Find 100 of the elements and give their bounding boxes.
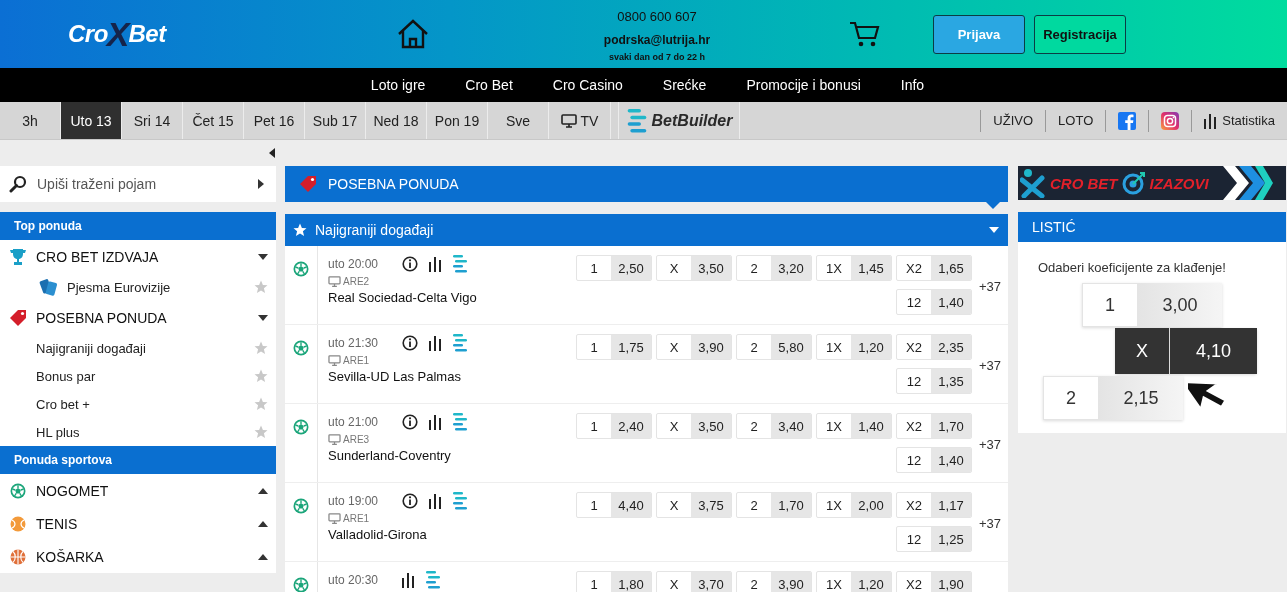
- odds-button[interactable]: X 3,70: [656, 571, 732, 592]
- star-icon[interactable]: [254, 341, 268, 355]
- nav-link[interactable]: Cro Bet: [465, 77, 513, 93]
- nav-link[interactable]: Promocije i bonusi: [746, 77, 861, 93]
- bar-chart-icon[interactable]: [1204, 112, 1217, 129]
- sport-item[interactable]: KOŠARKA: [36, 548, 258, 565]
- odds-button[interactable]: 12 1,40: [896, 447, 972, 473]
- star-icon[interactable]: [254, 397, 268, 411]
- bar-chart-icon[interactable]: [402, 572, 414, 588]
- odds-button[interactable]: X2 1,17: [896, 492, 972, 518]
- facebook-icon[interactable]: [1118, 111, 1137, 130]
- odds-button[interactable]: 1X 1,45: [816, 255, 892, 281]
- event-row[interactable]: uto 20:30 1 1,80 X 3,70 2 3,90 1X 1,20 X2 1,90: [285, 562, 1008, 592]
- odds-button[interactable]: X 3,50: [656, 255, 732, 281]
- info-icon[interactable]: [402, 335, 418, 351]
- subcategory-item[interactable]: HL plus: [36, 424, 254, 440]
- group-header[interactable]: Najigraniji događaji: [285, 214, 1008, 246]
- odds-button[interactable]: 1 2,50: [576, 255, 652, 281]
- sport-item[interactable]: TENIS: [36, 515, 258, 532]
- star-icon[interactable]: [254, 425, 268, 439]
- header-link[interactable]: UŽIVO: [980, 109, 1046, 132]
- stacked-lines-icon[interactable]: [452, 255, 468, 273]
- more-markets-link[interactable]: +37: [978, 278, 1002, 294]
- nav-link[interactable]: Loto igre: [370, 77, 426, 93]
- odds-button[interactable]: 1X 1,20: [816, 571, 892, 592]
- date-tab[interactable]: Sri 14: [122, 102, 183, 139]
- info-icon[interactable]: [402, 414, 418, 430]
- odds-button[interactable]: X2 2,35: [896, 334, 972, 360]
- odds-button[interactable]: 1 1,80: [576, 571, 652, 592]
- stacked-lines-icon[interactable]: [452, 413, 468, 431]
- subcategory-item[interactable]: Cro bet +: [36, 396, 254, 412]
- star-icon[interactable]: [254, 369, 268, 383]
- subcategory-item[interactable]: Bonus par: [36, 368, 254, 384]
- date-tab[interactable]: Uto 13: [61, 102, 122, 139]
- stacked-lines-icon[interactable]: [452, 492, 468, 510]
- collapse-caret-icon[interactable]: [258, 312, 268, 323]
- odds-button[interactable]: X 3,90: [656, 334, 732, 360]
- nav-link[interactable]: Info: [900, 77, 925, 93]
- odds-button[interactable]: 1 2,40: [576, 413, 652, 439]
- sport-item[interactable]: NOGOMET: [36, 482, 258, 499]
- more-markets-link[interactable]: +37: [978, 515, 1002, 531]
- stacked-lines-icon[interactable]: [452, 334, 468, 352]
- date-tab[interactable]: Sub 17: [305, 102, 366, 139]
- nav-link[interactable]: Cro Casino: [552, 77, 623, 93]
- event-row[interactable]: uto 21:30 ARE1 Sevilla-UD Las Palmas 1 1,75 X 3,90 2 5,80 1X 1,20 X2 2,35 12 1,35 +37: [285, 325, 1008, 404]
- bar-chart-icon[interactable]: [429, 335, 441, 351]
- home-icon[interactable]: [397, 19, 429, 49]
- event-name[interactable]: Sunderland-Coventry: [328, 448, 576, 464]
- event-name[interactable]: Real Sociedad-Celta Vigo: [328, 290, 576, 306]
- odds-button[interactable]: 2 3,20: [736, 255, 812, 281]
- event-name[interactable]: Sevilla-UD Las Palmas: [328, 369, 576, 385]
- bar-chart-icon[interactable]: [429, 414, 441, 430]
- odds-button[interactable]: X 3,75: [656, 492, 732, 518]
- date-tab[interactable]: Čet 15: [183, 102, 244, 139]
- odds-button[interactable]: 1X 1,20: [816, 334, 892, 360]
- odds-button[interactable]: X2 1,90: [896, 571, 972, 592]
- odds-button[interactable]: 1X 2,00: [816, 492, 892, 518]
- stacked-lines-icon[interactable]: [425, 571, 441, 589]
- subcategory-item[interactable]: Pjesma Eurovizije: [67, 279, 254, 295]
- date-tab[interactable]: Ned 18: [366, 102, 427, 139]
- cart-icon[interactable]: [849, 20, 881, 48]
- more-markets-link[interactable]: +37: [978, 436, 1002, 452]
- odds-button[interactable]: 12 1,35: [896, 368, 972, 394]
- odds-button[interactable]: 2 1,70: [736, 492, 812, 518]
- logo[interactable]: CroXBet: [68, 14, 184, 54]
- odds-button[interactable]: X2 1,70: [896, 413, 972, 439]
- bar-chart-icon[interactable]: [429, 256, 441, 272]
- star-icon[interactable]: [254, 280, 268, 294]
- odds-button[interactable]: X2 1,65: [896, 255, 972, 281]
- more-markets-link[interactable]: +37: [978, 357, 1002, 373]
- bar-chart-icon[interactable]: [429, 493, 441, 509]
- instagram-icon[interactable]: [1161, 111, 1180, 130]
- odds-button[interactable]: 2 3,40: [736, 413, 812, 439]
- odds-button[interactable]: 1 1,75: [576, 334, 652, 360]
- event-row[interactable]: uto 21:00 ARE3 Sunderland-Coventry 1 2,40 X 3,50 2 3,40 1X 1,40 X2 1,70 12 1,40 +37: [285, 404, 1008, 483]
- date-tab[interactable]: Pet 16: [244, 102, 305, 139]
- nav-link[interactable]: Srećke: [662, 77, 707, 93]
- date-tab[interactable]: Pon 19: [427, 102, 488, 139]
- event-row[interactable]: uto 19:00 ARE1 Valladolid-Girona 1 4,40 X 3,75 2 1,70 1X 2,00 X2 1,17 12 1,25 +37: [285, 483, 1008, 562]
- odds-button[interactable]: 12 1,25: [896, 526, 972, 552]
- search-field[interactable]: Upiši traženi pojam: [0, 166, 276, 202]
- betbuilder-tab[interactable]: BetBuilder: [618, 102, 740, 139]
- category-item[interactable]: CRO BET IZDVAJA: [36, 248, 258, 265]
- tv-tab[interactable]: TV: [549, 102, 611, 139]
- category-item[interactable]: POSEBNA PONUDA: [36, 309, 258, 326]
- info-icon[interactable]: [402, 256, 418, 272]
- odds-button[interactable]: X 3,50: [656, 413, 732, 439]
- subcategory-item[interactable]: Najigraniji događaji: [36, 340, 254, 356]
- info-icon[interactable]: [402, 493, 418, 509]
- event-row[interactable]: uto 20:00 ARE2 Real Sociedad-Celta Vigo 1 2,50 X 3,50 2 3,20 1X 1,45 X2 1,65 12 1,40 +37: [285, 246, 1008, 325]
- caret-icon[interactable]: [256, 179, 266, 189]
- register-button[interactable]: Registracija: [1034, 14, 1126, 54]
- odds-button[interactable]: 1 4,40: [576, 492, 652, 518]
- odds-button[interactable]: 2 5,80: [736, 334, 812, 360]
- search-input[interactable]: Upiši traženi pojam: [37, 169, 246, 199]
- event-name[interactable]: Valladolid-Girona: [328, 527, 576, 543]
- header-link[interactable]: LOTO: [1045, 109, 1106, 132]
- support-email[interactable]: podrska@lutrija.hr: [603, 32, 711, 47]
- odds-button[interactable]: 2 3,90: [736, 571, 812, 592]
- collapse-caret-icon[interactable]: [258, 251, 268, 262]
